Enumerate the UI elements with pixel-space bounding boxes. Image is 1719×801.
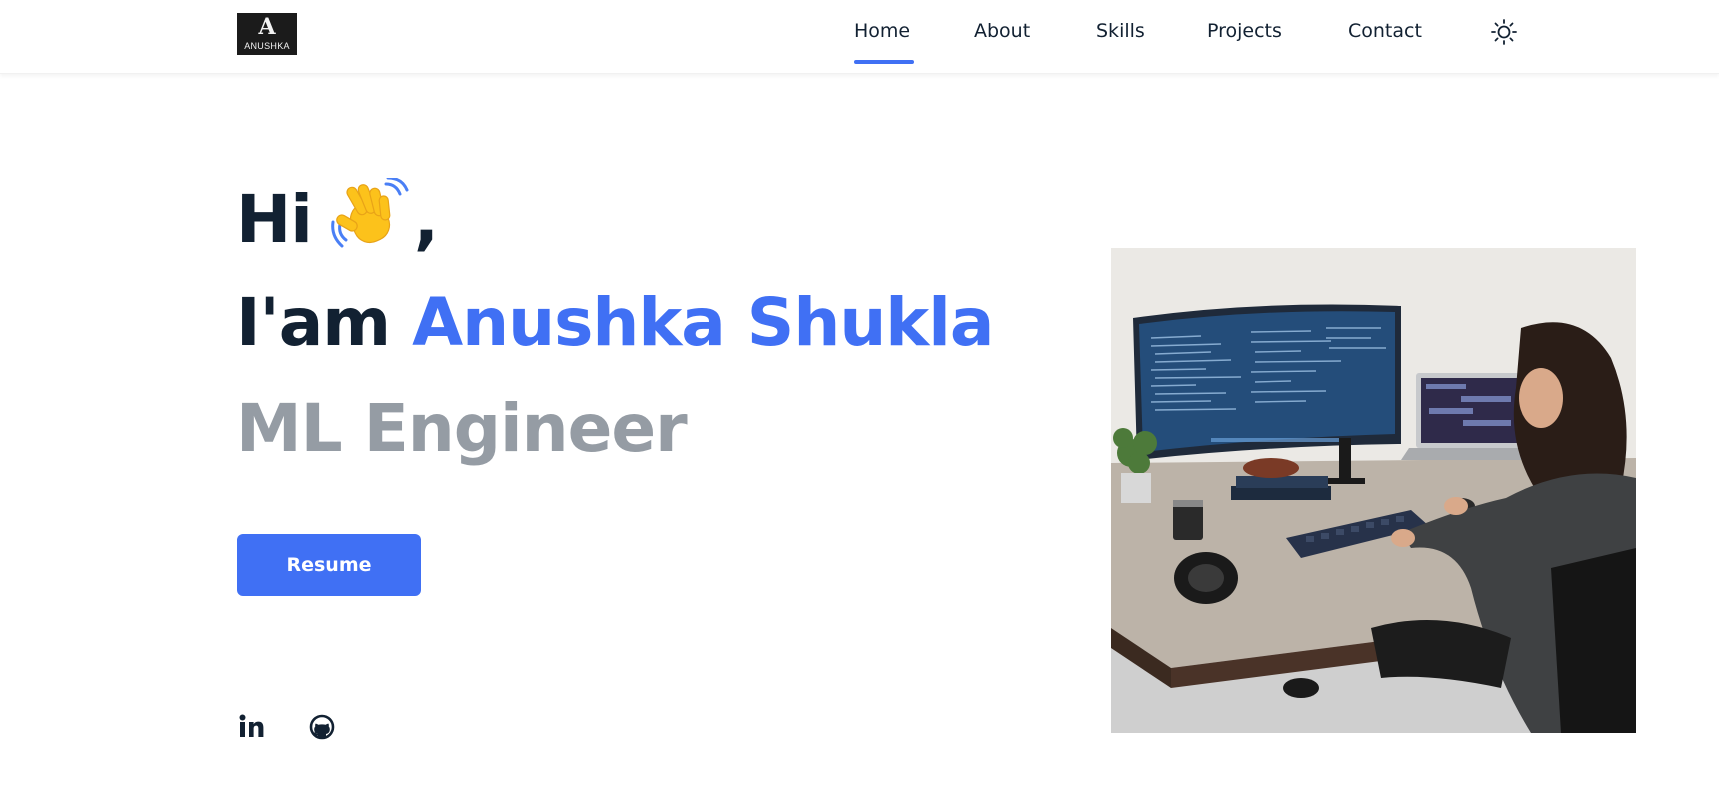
nav-item-projects[interactable]: Projects [1207, 20, 1282, 42]
nav-item-about[interactable]: About [974, 20, 1030, 42]
linkedin-icon [239, 714, 264, 737]
hero-greeting: Hi , [236, 176, 439, 258]
waving-hand-icon [330, 176, 410, 254]
resume-button[interactable]: Resume [237, 534, 421, 596]
logo-text: ANUSHKA [244, 41, 290, 51]
linkedin-link[interactable] [238, 712, 266, 744]
nav-item-home[interactable]: Home [854, 20, 910, 42]
hero-photo [1111, 248, 1636, 733]
hero-role: ML Engineer [236, 390, 688, 467]
site-header: A ANUSHKA Home About Skills Projects Con… [0, 0, 1719, 74]
greeting-text: Hi [236, 181, 313, 258]
nav-item-contact[interactable]: Contact [1348, 20, 1422, 42]
intro-text: I'am [236, 284, 391, 361]
logo-letter: A [258, 14, 276, 40]
sun-icon [1491, 19, 1517, 45]
nav-item-skills[interactable]: Skills [1096, 20, 1145, 42]
hero-name: Anushka Shukla [412, 284, 994, 361]
greeting-suffix: , [413, 181, 439, 258]
site-logo[interactable]: A ANUSHKA [237, 13, 297, 55]
hero-intro: I'am Anushka Shukla [236, 284, 994, 361]
github-link[interactable] [308, 712, 336, 744]
active-nav-indicator [854, 60, 914, 64]
github-icon [309, 714, 335, 740]
theme-toggle-button[interactable] [1490, 18, 1518, 46]
